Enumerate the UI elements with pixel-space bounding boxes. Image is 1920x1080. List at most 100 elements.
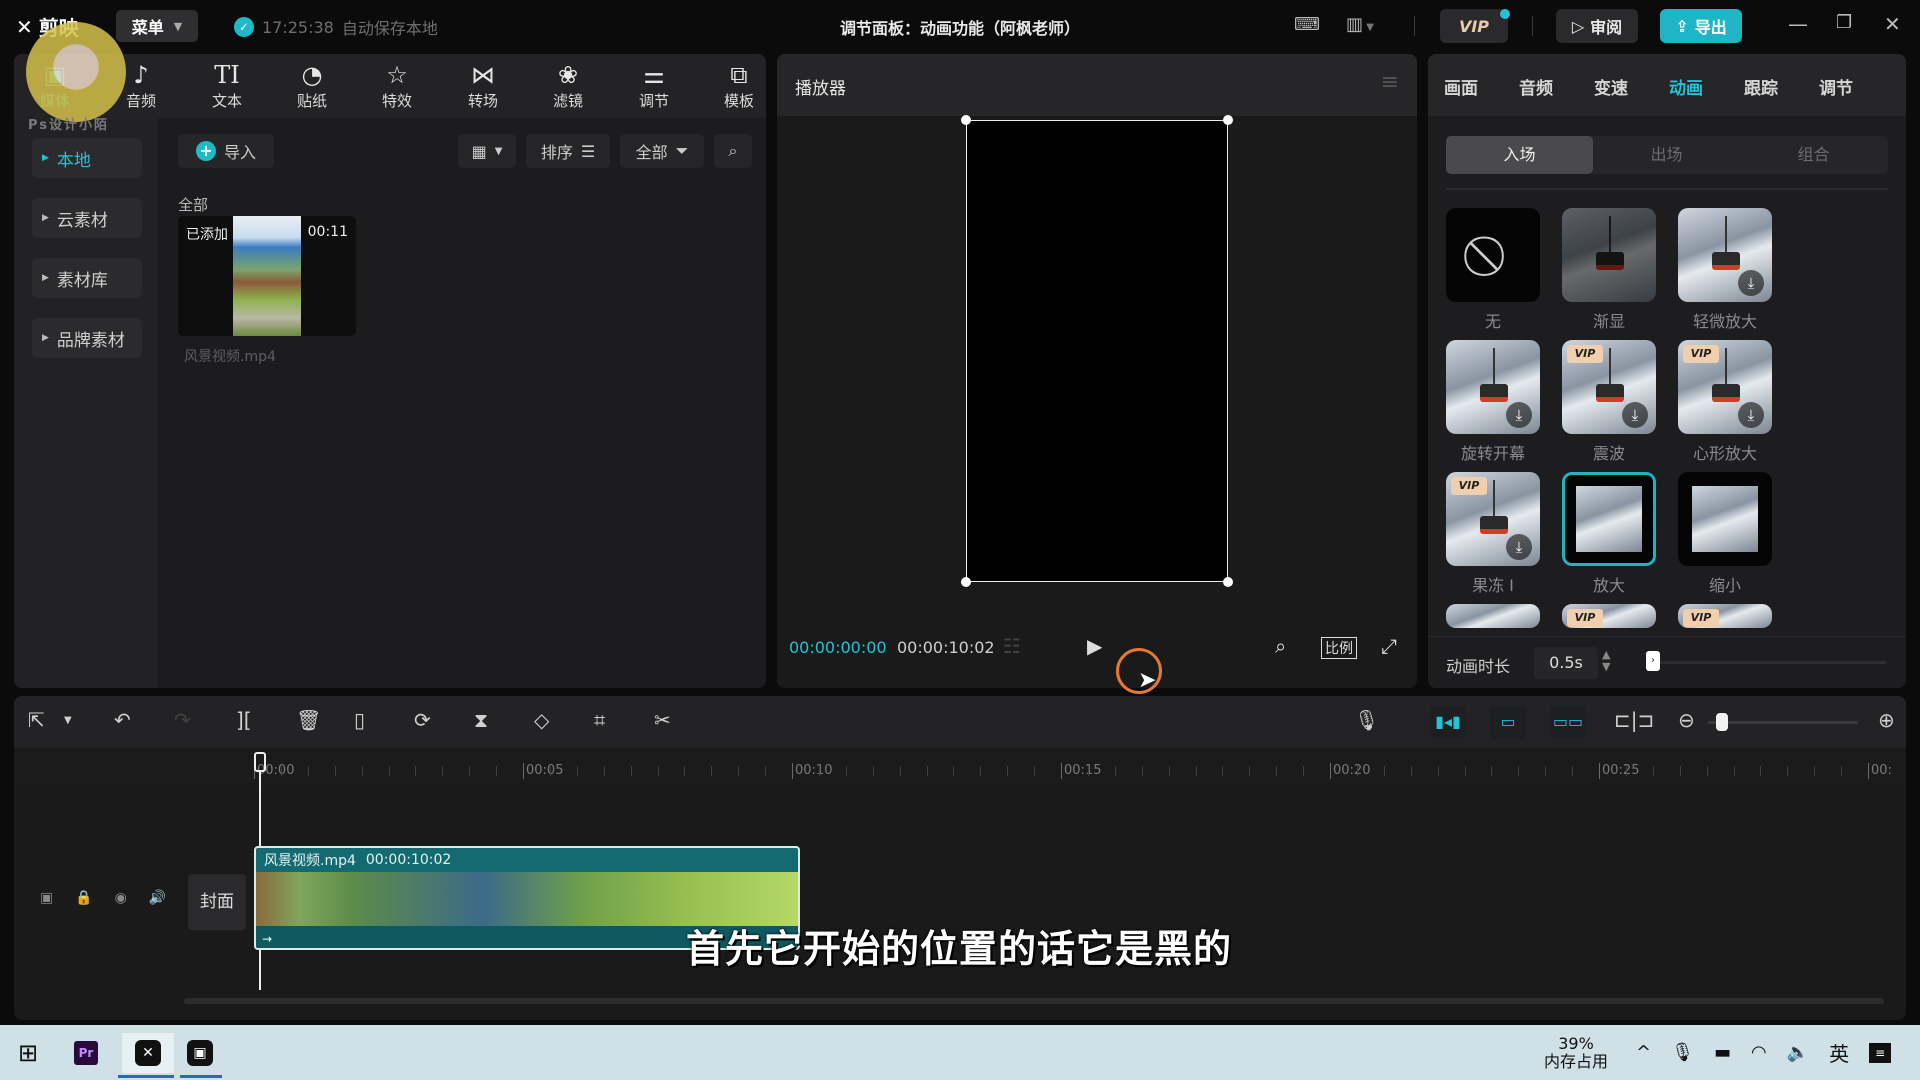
duration-input[interactable]: 0.5s [1534,647,1598,679]
resize-handle[interactable] [1223,577,1233,587]
animation-preset[interactable] [1678,472,1772,566]
duration-slider-track[interactable] [1646,661,1886,664]
tab-animation[interactable]: 动画 [1669,74,1703,99]
reverse-play-icon[interactable]: ⟳ [414,708,431,732]
sidebar-item-brand[interactable]: ▶ 品牌素材 [32,318,142,358]
stepper-icon[interactable]: ▲ ▼ [1602,649,1610,673]
download-icon[interactable]: ⤓ [1506,402,1532,428]
sidebar-item-cloud[interactable]: ▶ 云素材 [32,198,142,238]
tab-tracking[interactable]: 跟踪 [1744,74,1778,99]
view-toggle-button[interactable]: ▦ ▼ [458,134,516,168]
ratio-button[interactable]: 比例 [1321,637,1357,659]
premiere-pro-icon[interactable]: Pr [66,1033,106,1073]
split-icon[interactable]: ][ [236,708,252,732]
undo-icon[interactable]: ↶ [114,708,131,732]
animation-preset[interactable]: ⤓ [1678,208,1772,302]
duration-slider-handle[interactable]: › [1646,651,1660,671]
tab-audio[interactable]: 音频 [1519,74,1553,99]
delete-icon[interactable]: 🗑 [296,708,321,732]
zoom-in-icon[interactable]: ⊕ [1878,708,1895,732]
tool-text[interactable]: TI 文本 [192,60,262,111]
cover-toggle-icon[interactable]: ▣ [40,890,53,906]
notification-center-icon[interactable]: ≡ [1869,1042,1892,1063]
vip-button[interactable]: VIP [1440,9,1508,43]
download-icon[interactable]: ⤓ [1738,402,1764,428]
export-button[interactable]: ⇪ 导出 [1660,9,1742,43]
preview-axis-icon[interactable]: ⊏|⊐ [1614,708,1654,732]
freeze-icon[interactable]: ▯ [354,708,365,732]
animation-preset[interactable]: ⃠ [1446,208,1540,302]
menu-button[interactable]: 菜单 ▼ [116,10,198,42]
speaker-icon[interactable]: 🔊 [149,890,166,906]
tool-effects[interactable]: ☆ 特效 [362,60,432,111]
resize-handle[interactable] [961,577,971,587]
animation-preset[interactable]: ⤓ [1446,340,1540,434]
fullscreen-icon[interactable]: ⤢ [1381,634,1397,658]
timeline-zoom-handle[interactable] [1715,713,1728,731]
animation-preset[interactable]: VIP ⤓ [1446,472,1540,566]
tool-transition[interactable]: ⋈ 转场 [448,60,518,111]
resize-handle[interactable] [961,115,971,125]
layout-icon[interactable]: ▥ ▼ [1346,14,1374,35]
segment-combo[interactable]: 组合 [1740,136,1887,174]
tab-adjust[interactable]: 调节 [1819,74,1853,99]
microphone-icon[interactable]: 🎙 [1671,1042,1694,1063]
screen-recorder-icon[interactable]: ▣ [180,1033,220,1073]
horizontal-scrollbar[interactable] [184,998,1884,1004]
select-tool-icon[interactable]: ⇱ [28,708,45,732]
zoom-out-icon[interactable]: ⊖ [1678,708,1695,732]
chevron-up-icon[interactable]: ^ [1636,1042,1651,1063]
media-item[interactable]: 已添加 00:11 [178,216,356,336]
import-button[interactable]: + 导入 [178,134,274,168]
main-track-magnet-icon[interactable]: ▮◂▮ [1430,705,1466,739]
animation-preset[interactable]: VIP [1562,604,1656,628]
download-icon[interactable]: ⤓ [1506,534,1532,560]
shortcut-keyboard-icon[interactable]: ⌨ [1294,14,1320,35]
tab-speed[interactable]: 变速 [1594,74,1628,99]
segment-in[interactable]: 入场 [1446,136,1593,174]
close-icon[interactable]: ✕ [1884,12,1901,36]
animation-preset[interactable]: VIP ⤓ [1562,340,1656,434]
download-icon[interactable]: ⤓ [1738,270,1764,296]
waveform-icon[interactable]: ☷ [1003,634,1021,658]
chevron-down-icon[interactable]: ▼ [64,715,72,726]
eye-icon[interactable]: ◉ [115,890,127,906]
minimize-icon[interactable]: — [1788,12,1808,36]
lock-icon[interactable]: 🔒 [75,890,92,906]
animation-preset[interactable]: VIP ⤓ [1678,340,1772,434]
linkage-icon[interactable]: ▭▭ [1550,705,1586,739]
resize-handle[interactable] [1223,115,1233,125]
animation-preset[interactable]: VIP [1678,604,1772,628]
restore-icon[interactable]: ❐ [1836,12,1852,33]
sort-button[interactable]: 排序 ☰ [526,134,610,168]
windows-start-icon[interactable]: ⊞ [8,1033,48,1073]
filter-button[interactable]: 全部 ⏷ [620,134,704,168]
crop-icon[interactable]: ⌗ [594,708,605,732]
tool-template[interactable]: ⧉ 模板 [704,60,766,111]
sidebar-item-library[interactable]: ▶ 素材库 [32,258,142,298]
redo-icon[interactable]: ↷ [174,708,191,732]
wifi-icon[interactable]: ◠ [1751,1042,1767,1063]
playhead-handle[interactable] [254,752,266,772]
mirror-icon[interactable]: ⧗ [474,708,488,732]
microphone-icon[interactable]: 🎙 [1354,708,1379,732]
cover-button[interactable]: 封面 [188,874,246,930]
play-icon[interactable]: ▶ [1087,634,1102,658]
auto-snap-icon[interactable]: ▭ [1490,705,1526,739]
ime-indicator[interactable]: 英 [1829,1038,1849,1067]
tab-picture[interactable]: 画面 [1444,74,1478,99]
search-button[interactable]: ⌕ [714,134,752,168]
animation-preset[interactable] [1446,604,1540,628]
tool-adjust[interactable]: ⚌ 调节 [619,60,689,111]
animation-preset[interactable] [1562,208,1656,302]
review-button[interactable]: ▷ 审阅 [1556,9,1638,43]
tool-filter[interactable]: ❀ 滤镜 [533,60,603,111]
preview-canvas[interactable] [961,115,1233,587]
tool-sticker[interactable]: ◔ 贴纸 [277,60,347,111]
rotate-icon[interactable]: ◇ [534,708,549,732]
ai-cutout-icon[interactable]: ✂ [654,708,671,732]
hamburger-menu-icon[interactable]: ≡ [1381,70,1399,95]
capcut-taskbar-icon[interactable]: ✕ [122,1033,174,1073]
sidebar-item-local[interactable]: ▶ 本地 [32,138,142,178]
download-icon[interactable]: ⤓ [1622,402,1648,428]
